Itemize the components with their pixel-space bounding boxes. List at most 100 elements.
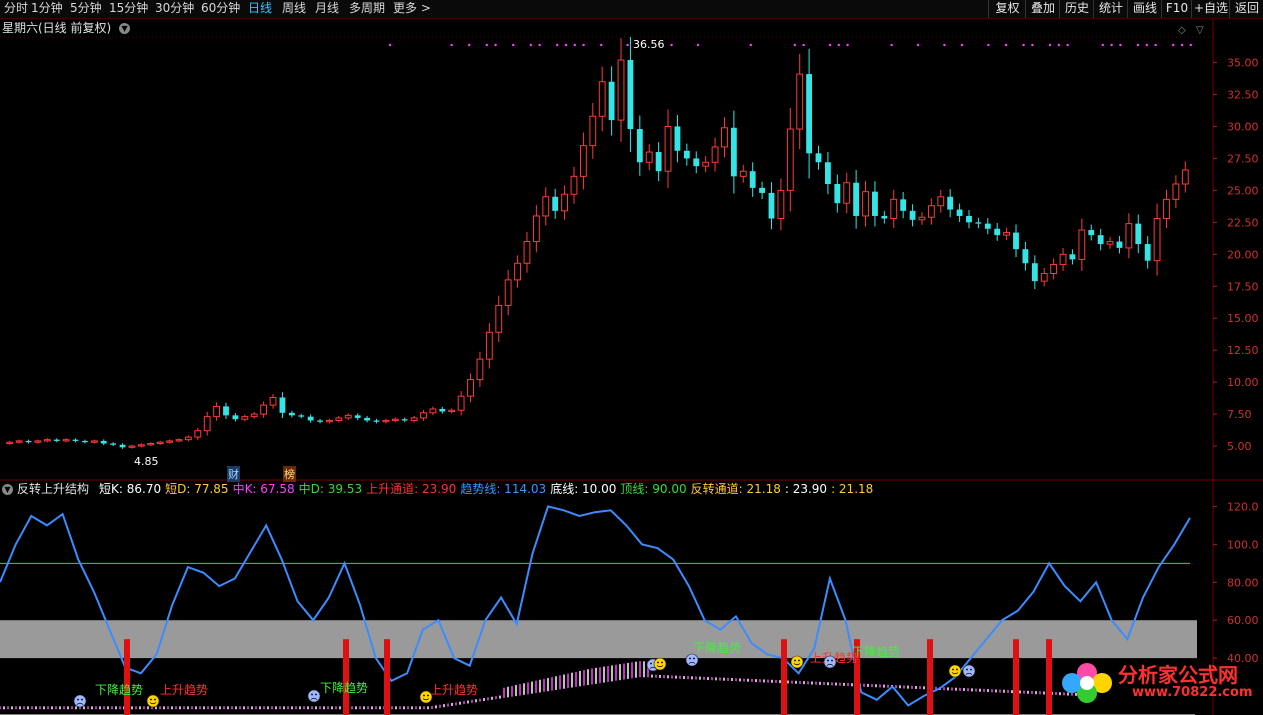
trend-line xyxy=(0,505,1191,707)
candle xyxy=(1040,268,1048,287)
indicator-field-6: 底线: 10.00 xyxy=(550,482,617,496)
candle xyxy=(918,212,926,225)
candle xyxy=(1116,235,1123,254)
reversal-bar xyxy=(1046,639,1052,715)
candle xyxy=(82,439,88,444)
candle xyxy=(307,414,314,423)
indicator-axis-label: 100.0 xyxy=(1227,538,1259,551)
candle xyxy=(100,439,107,446)
candle xyxy=(806,48,813,179)
reversal-bar xyxy=(927,639,933,715)
candle xyxy=(269,393,277,409)
diamond-icon[interactable]: ◇ xyxy=(1178,25,1186,36)
candle xyxy=(467,373,474,403)
candle xyxy=(504,270,512,316)
candle xyxy=(1181,161,1189,193)
signal-dot xyxy=(749,43,752,47)
candle xyxy=(495,295,503,343)
candle xyxy=(627,37,634,153)
candle xyxy=(448,408,456,414)
signal-dot xyxy=(837,43,840,47)
candle xyxy=(1097,228,1104,251)
signal-dot xyxy=(1189,43,1193,47)
trend-label-up: 上升趋势 xyxy=(160,683,208,697)
candle xyxy=(514,255,521,288)
ranking-tag[interactable]: 榜 xyxy=(283,466,296,482)
candle xyxy=(298,413,305,419)
candle xyxy=(1144,236,1151,269)
candle xyxy=(25,439,32,444)
trend-label-down: 下降趋势 xyxy=(693,641,741,655)
trend-label-down: 下降趋势 xyxy=(320,681,368,695)
signal-dot xyxy=(600,43,603,47)
candle xyxy=(570,166,578,204)
candle xyxy=(250,412,258,419)
signal-dot xyxy=(1154,43,1157,47)
candle xyxy=(749,162,756,197)
candle xyxy=(382,418,390,424)
signal-dot xyxy=(987,43,990,47)
candle xyxy=(825,151,831,195)
sad-face-icon xyxy=(685,653,699,667)
signal-dot xyxy=(960,43,964,47)
candle xyxy=(561,185,568,220)
trend-label-up: 上升趋势 xyxy=(430,683,478,697)
signal-dot xyxy=(1101,43,1105,47)
signal-dot xyxy=(573,43,576,47)
candle xyxy=(147,442,155,447)
signal-dot xyxy=(828,43,832,47)
candle xyxy=(947,189,954,218)
candle xyxy=(401,417,408,423)
candlestick-chart[interactable]: ◇ ▽ 35.00 32.50 30.00 27.50 25.00 22.50 20.00 17… xyxy=(0,0,1263,715)
reversal-bar xyxy=(1013,639,1019,715)
candle xyxy=(288,410,295,418)
candle xyxy=(664,109,672,189)
signal-dot xyxy=(1048,43,1052,47)
trend-label-down: 下降趋势 xyxy=(95,683,143,697)
signal-dot xyxy=(943,43,946,47)
candle xyxy=(1106,236,1114,249)
candle xyxy=(796,53,804,150)
candle xyxy=(317,418,323,424)
signal-dot xyxy=(670,43,673,47)
candle xyxy=(1031,255,1038,290)
candle xyxy=(260,401,268,418)
indicator-field-0: 短K: 86.70 xyxy=(99,482,162,496)
candle xyxy=(693,151,700,174)
price-axis-label: 30.00 xyxy=(1227,120,1259,133)
candle xyxy=(636,115,643,176)
indicator-menu-icon[interactable]: ▼ xyxy=(2,484,13,495)
price-axis-label: 5.00 xyxy=(1227,440,1252,453)
candle xyxy=(1069,249,1076,265)
candle xyxy=(645,144,653,171)
signal-dot xyxy=(1004,43,1008,47)
collapse-icon[interactable]: ▽ xyxy=(1196,25,1204,36)
candle xyxy=(589,102,597,159)
candle xyxy=(1013,224,1019,258)
candle xyxy=(721,117,728,158)
finance-tag[interactable]: 财 xyxy=(227,466,240,482)
candle xyxy=(1172,175,1180,209)
signal-dot xyxy=(388,43,392,47)
candle xyxy=(1125,213,1133,259)
price-axis-label: 15.00 xyxy=(1227,312,1259,325)
signal-dot xyxy=(468,43,471,47)
candle xyxy=(532,205,540,253)
price-axis-label: 17.50 xyxy=(1227,280,1259,293)
candle xyxy=(34,439,42,444)
candle xyxy=(429,406,437,416)
candle xyxy=(994,223,1001,241)
indicator-axis-label: 60.00 xyxy=(1227,614,1259,627)
candle xyxy=(1003,227,1011,240)
price-axis-label: 35.00 xyxy=(1227,57,1259,70)
candle xyxy=(391,417,399,423)
candle xyxy=(617,38,625,142)
candle xyxy=(759,181,765,199)
candle xyxy=(1078,218,1086,271)
candle xyxy=(166,439,173,444)
candle xyxy=(485,322,493,369)
candle xyxy=(739,164,747,183)
candle xyxy=(815,145,822,170)
indicator-name[interactable]: 反转上升结构 xyxy=(17,482,89,496)
signal-dot xyxy=(1110,43,1113,47)
